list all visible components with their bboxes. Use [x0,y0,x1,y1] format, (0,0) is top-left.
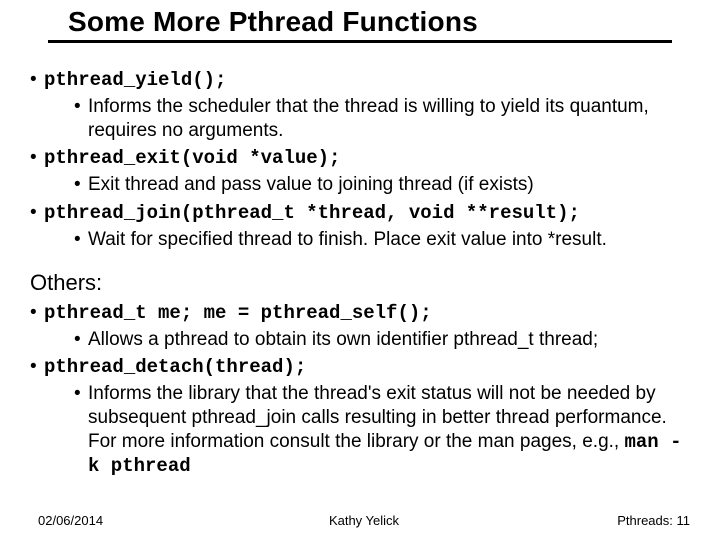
code-join: pthread_join(pthread_t *thread, void **r… [44,202,580,224]
others-heading: Others: [30,269,690,297]
bullet-detach-desc: Informs the library that the thread's ex… [74,382,690,479]
bullet-join-desc: Wait for specified thread to finish. Pla… [74,228,690,252]
bullet-exit-desc: Exit thread and pass value to joining th… [74,173,690,197]
slide-body: pthread_yield(); Informs the scheduler t… [30,64,690,480]
code-exit: pthread_exit(void *value); [44,147,340,169]
bullet-yield: pthread_yield(); [30,68,690,93]
bullet-exit: pthread_exit(void *value); [30,146,690,171]
footer-author: Kathy Yelick [38,513,690,528]
title-underline: Some More Pthread Functions [48,6,672,43]
footer-date: 02/06/2014 [38,513,103,528]
slide-title: Some More Pthread Functions [48,6,672,38]
detach-desc-text: Informs the library that the thread's ex… [88,383,667,452]
footer: 02/06/2014 Kathy Yelick Pthreads: 11 [38,513,690,528]
bullet-self-desc: Allows a pthread to obtain its own ident… [74,328,690,352]
bullet-detach: pthread_detach(thread); [30,355,690,380]
bullet-yield-desc: Informs the scheduler that the thread is… [74,95,690,143]
code-yield: pthread_yield(); [44,69,226,91]
bullet-join: pthread_join(pthread_t *thread, void **r… [30,201,690,226]
slide: Some More Pthread Functions pthread_yiel… [0,0,720,540]
bullet-self: pthread_t me; me = pthread_self(); [30,301,690,326]
code-detach: pthread_detach(thread); [44,356,306,378]
footer-page: Pthreads: 11 [617,513,690,528]
code-self: pthread_t me; me = pthread_self(); [44,302,432,324]
